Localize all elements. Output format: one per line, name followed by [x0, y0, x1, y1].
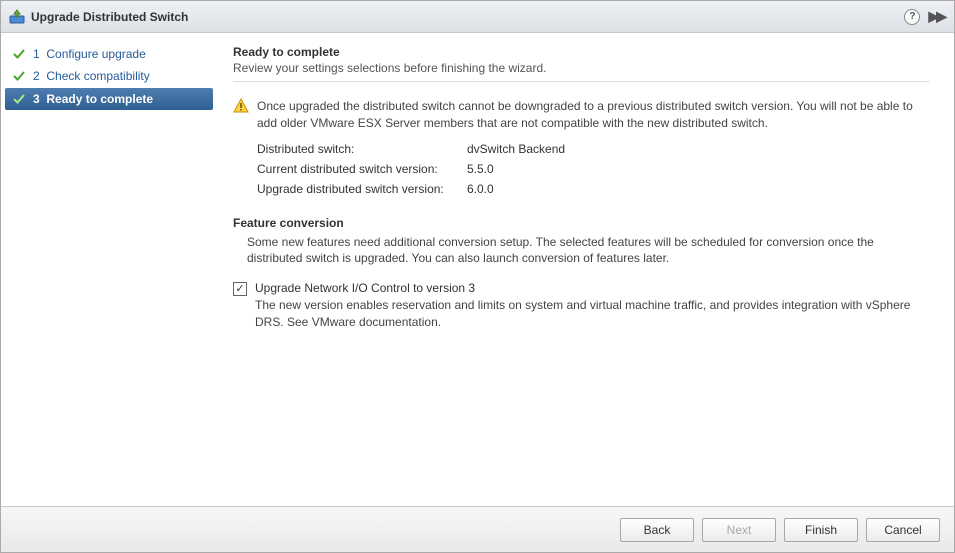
upgrade-version-label: Upgrade distributed switch version:: [257, 182, 467, 196]
upgrade-switch-icon: [9, 9, 25, 25]
titlebar: Upgrade Distributed Switch ? ▶▶: [1, 1, 954, 33]
feature-conversion-heading: Feature conversion: [233, 216, 930, 230]
warning-message: Once upgraded the distributed switch can…: [233, 98, 930, 132]
nioc-checkbox[interactable]: ✓: [233, 282, 247, 296]
nioc-checkbox-label: Upgrade Network I/O Control to version 3: [255, 281, 930, 295]
checkmark-icon: [13, 93, 27, 105]
wizard-steps-sidebar: 1 Configure upgrade 2 Check compatibilit…: [1, 33, 217, 506]
step-ready-to-complete[interactable]: 3 Ready to complete: [5, 88, 213, 110]
checkmark-icon: [13, 48, 27, 60]
page-heading: Ready to complete: [233, 45, 930, 59]
warning-icon: [233, 98, 249, 114]
wizard-content: Ready to complete Review your settings s…: [217, 33, 954, 506]
feature-nioc-upgrade: ✓ Upgrade Network I/O Control to version…: [233, 281, 930, 331]
switch-label: Distributed switch:: [257, 142, 467, 156]
summary-table: Distributed switch: dvSwitch Backend Cur…: [257, 142, 930, 196]
step-configure-upgrade[interactable]: 1 Configure upgrade: [1, 43, 217, 65]
help-icon[interactable]: ?: [904, 9, 920, 25]
window-title: Upgrade Distributed Switch: [31, 10, 904, 24]
upgrade-version-value: 6.0.0: [467, 182, 494, 196]
cancel-button[interactable]: Cancel: [866, 518, 940, 542]
finish-button[interactable]: Finish: [784, 518, 858, 542]
next-button: Next: [702, 518, 776, 542]
feature-conversion-text: Some new features need additional conver…: [247, 234, 930, 268]
checkmark-icon: [13, 70, 27, 82]
current-version-label: Current distributed switch version:: [257, 162, 467, 176]
warning-text: Once upgraded the distributed switch can…: [257, 98, 930, 132]
switch-value: dvSwitch Backend: [467, 142, 565, 156]
step-check-compatibility[interactable]: 2 Check compatibility: [1, 65, 217, 87]
back-button[interactable]: Back: [620, 518, 694, 542]
expand-icon[interactable]: ▶▶: [926, 8, 946, 25]
nioc-checkbox-desc: The new version enables reservation and …: [255, 297, 930, 331]
wizard-footer: Back Next Finish Cancel: [1, 506, 954, 552]
divider: [233, 81, 930, 82]
page-subtitle: Review your settings selections before f…: [233, 61, 930, 75]
current-version-value: 5.5.0: [467, 162, 494, 176]
